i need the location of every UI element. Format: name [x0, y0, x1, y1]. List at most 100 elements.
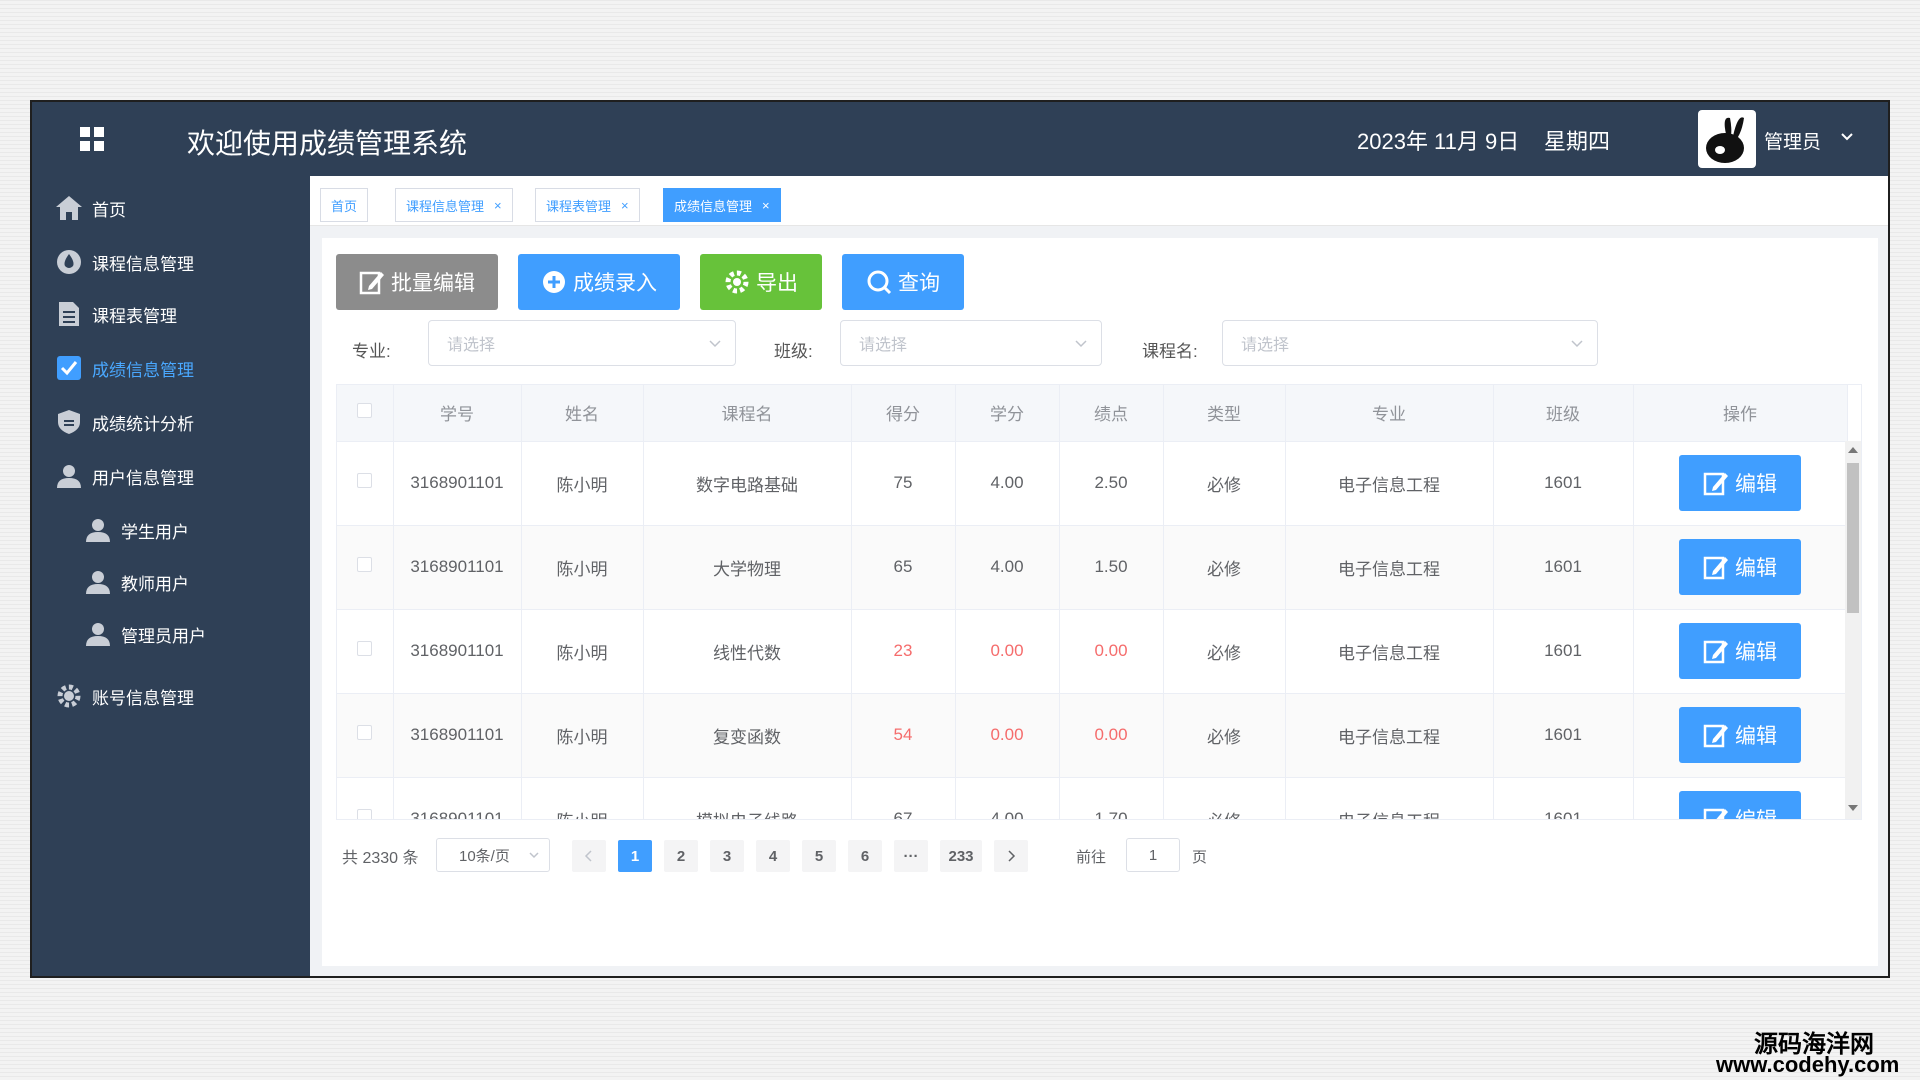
page-button[interactable]: 3 — [710, 840, 744, 872]
cell-score: 75 — [851, 441, 956, 526]
cell-class: 1601 — [1493, 777, 1634, 819]
major-filter-label: 专业: — [352, 342, 391, 361]
user-icon — [83, 619, 113, 649]
sidebar-item-teacher-users[interactable]: 教师用户 — [32, 558, 310, 606]
tab-course-info[interactable]: 课程信息管理 × — [395, 188, 513, 222]
row-checkbox[interactable] — [357, 809, 373, 819]
scroll-thumb[interactable] — [1847, 463, 1859, 613]
prev-page-button[interactable] — [572, 840, 606, 872]
row-select-cell[interactable] — [337, 441, 394, 526]
chevron-down-icon — [709, 340, 721, 348]
next-page-button[interactable] — [994, 840, 1028, 872]
tab-score-info[interactable]: 成绩信息管理 × — [663, 188, 781, 222]
site-watermark-url: www.codehy.com — [1716, 1052, 1900, 1077]
user-icon — [83, 567, 113, 597]
sidebar-item-score-stats[interactable]: 成绩统计分析 — [32, 398, 310, 446]
sidebar-item-label: 用户信息管理 — [92, 468, 194, 488]
query-button[interactable]: 查询 — [842, 254, 964, 310]
row-select-cell[interactable] — [337, 609, 394, 694]
close-icon[interactable]: × — [494, 198, 502, 213]
row-select-cell[interactable] — [337, 777, 394, 819]
cell-major: 电子信息工程 — [1285, 525, 1494, 610]
row-checkbox[interactable] — [357, 473, 373, 488]
current-date: 2023年 11月 9日 — [1357, 129, 1520, 154]
cell-class: 1601 — [1493, 525, 1634, 610]
sidebar-item-student-users[interactable]: 学生用户 — [32, 506, 310, 554]
select-all-header[interactable] — [337, 385, 394, 442]
button-label: 编辑 — [1735, 804, 1777, 819]
column-header: 专业 — [1285, 385, 1494, 442]
current-weekday: 星期四 — [1544, 129, 1611, 154]
row-checkbox[interactable] — [357, 725, 373, 740]
scroll-up-arrow-icon[interactable] — [1848, 447, 1858, 453]
table-row[interactable]: 3168901101 陈小明 大学物理 65 4.00 1.50 必修 电子信息工程 1601 编… — [337, 525, 1848, 610]
pagination: 共 2330 条 10条/页 1 2 3 4 5 6 ··· 233 前往 1 … — [336, 838, 1336, 874]
shield-icon — [54, 407, 84, 437]
button-label: 编辑 — [1735, 557, 1777, 580]
select-all-checkbox[interactable] — [357, 402, 373, 418]
chevron-right-icon — [1008, 850, 1016, 862]
app-title: 欢迎使用成绩管理系统 — [187, 128, 468, 159]
sidebar-item-account-info[interactable]: 账号信息管理 — [32, 672, 310, 720]
class-select[interactable]: 请选择 — [840, 320, 1102, 366]
close-icon[interactable]: × — [621, 198, 629, 213]
cell-credit: 0.00 — [955, 609, 1060, 694]
export-button[interactable]: 导出 — [700, 254, 822, 310]
sidebar-item-course-info[interactable]: 课程信息管理 — [32, 238, 310, 286]
table-row[interactable]: 3168901101 陈小明 数字电路基础 75 4.00 2.50 必修 电子信息工程 160… — [337, 441, 1848, 526]
page-button[interactable]: 233 — [940, 840, 982, 872]
row-checkbox[interactable] — [357, 641, 373, 656]
sidebar-item-timetable[interactable]: 课程表管理 — [32, 290, 310, 338]
edit-button[interactable]: 编辑 — [1679, 455, 1801, 511]
app-window: 欢迎使用成绩管理系统 2023年 11月 9日 星期四 管理员 首页 课程信息管… — [30, 100, 1890, 978]
page-size-select[interactable]: 10条/页 — [436, 838, 550, 872]
page-button[interactable]: 1 — [618, 840, 652, 872]
page-ellipsis[interactable]: ··· — [894, 840, 928, 872]
sidebar-item-user-info[interactable]: 用户信息管理 — [32, 452, 310, 500]
goto-page-input[interactable]: 1 — [1126, 838, 1180, 872]
batch-edit-button[interactable]: 批量编辑 — [336, 254, 498, 310]
add-score-button[interactable]: 成绩录入 — [518, 254, 680, 310]
scroll-down-arrow-icon[interactable] — [1848, 805, 1858, 811]
table-scrollbar[interactable] — [1845, 441, 1861, 819]
table-row[interactable]: 3168901101陈小明模拟电子线路674.001.70必修电子信息工程160… — [337, 777, 1848, 819]
cell-type: 必修 — [1163, 609, 1286, 694]
cell-type: 必修 — [1163, 777, 1286, 819]
edit-button[interactable]: 编辑 — [1679, 707, 1801, 763]
sidebar-item-admin-users[interactable]: 管理员用户 — [32, 610, 310, 658]
cell-score: 23 — [851, 609, 956, 694]
edit-icon — [1703, 472, 1728, 496]
page-button[interactable]: 4 — [756, 840, 790, 872]
cell-name: 陈小明 — [521, 525, 644, 610]
edit-button[interactable]: 编辑 — [1679, 791, 1801, 819]
sidebar: 首页 课程信息管理 课程表管理 成绩信息管理 成绩统计分析 用户信息管理 学生用… — [32, 176, 310, 976]
user-name[interactable]: 管理员 — [1764, 127, 1821, 154]
page-button[interactable]: 2 — [664, 840, 698, 872]
sidebar-item-label: 学生用户 — [121, 522, 189, 542]
plus-circle-icon — [543, 271, 565, 293]
page-button[interactable]: 5 — [802, 840, 836, 872]
row-select-cell[interactable] — [337, 525, 394, 610]
menu-grid-icon[interactable] — [80, 127, 104, 151]
chevron-down-icon[interactable] — [1840, 130, 1854, 144]
column-header: 班级 — [1493, 385, 1634, 442]
major-select[interactable]: 请选择 — [428, 320, 736, 366]
tab-timetable[interactable]: 课程表管理 × — [535, 188, 640, 222]
tab-home[interactable]: 首页 — [320, 188, 369, 222]
edit-button[interactable]: 编辑 — [1679, 623, 1801, 679]
course-select[interactable]: 请选择 — [1222, 320, 1598, 366]
sidebar-item-home[interactable]: 首页 — [32, 184, 310, 232]
row-select-cell[interactable] — [337, 693, 394, 778]
gear-icon — [725, 270, 749, 294]
user-avatar[interactable] — [1698, 110, 1756, 168]
close-icon[interactable]: × — [762, 198, 770, 213]
sidebar-item-score-info[interactable]: 成绩信息管理 — [32, 344, 310, 392]
table-row[interactable]: 3168901101 陈小明 复变函数 54 0.00 0.00 必修 电子信息工程 1601 编… — [337, 693, 1848, 778]
row-checkbox[interactable] — [357, 557, 373, 572]
edit-icon — [1703, 724, 1728, 748]
page-button[interactable]: 6 — [848, 840, 882, 872]
edit-button[interactable]: 编辑 — [1679, 539, 1801, 595]
checkbox-icon — [54, 353, 84, 383]
column-header: 类型 — [1163, 385, 1286, 442]
table-row[interactable]: 3168901101 陈小明 线性代数 23 0.00 0.00 必修 电子信息工程 1601 编… — [337, 609, 1848, 694]
